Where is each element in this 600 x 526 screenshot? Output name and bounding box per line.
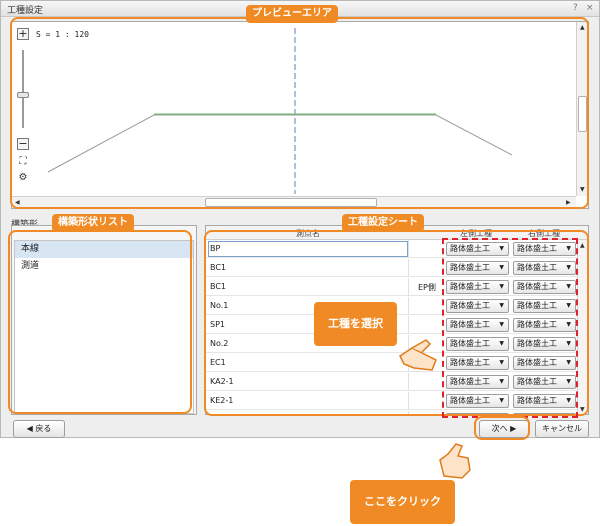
shape-list-callout — [8, 230, 192, 414]
dropdown-highlight — [442, 238, 578, 418]
shape-list-label: 構築形状リスト — [52, 214, 134, 232]
click-here-label: ここをクリック — [350, 480, 455, 524]
select-process-label: 工種を選択 — [314, 302, 397, 346]
cancel-button[interactable]: キャンセル — [535, 420, 589, 438]
next-button-callout — [474, 416, 530, 440]
preview-area-label: プレビューエリア — [246, 5, 338, 23]
preview-area-callout — [10, 17, 589, 209]
pointing-hand-icon — [439, 443, 471, 479]
close-icon[interactable]: × — [586, 3, 594, 13]
process-sheet-label: 工種設定シート — [342, 214, 424, 232]
pointing-hand-icon — [399, 339, 437, 371]
help-icon[interactable]: ? — [573, 3, 578, 13]
back-button[interactable]: ◀ 戻る — [13, 420, 65, 438]
window-title: 工種設定 — [7, 6, 44, 16]
